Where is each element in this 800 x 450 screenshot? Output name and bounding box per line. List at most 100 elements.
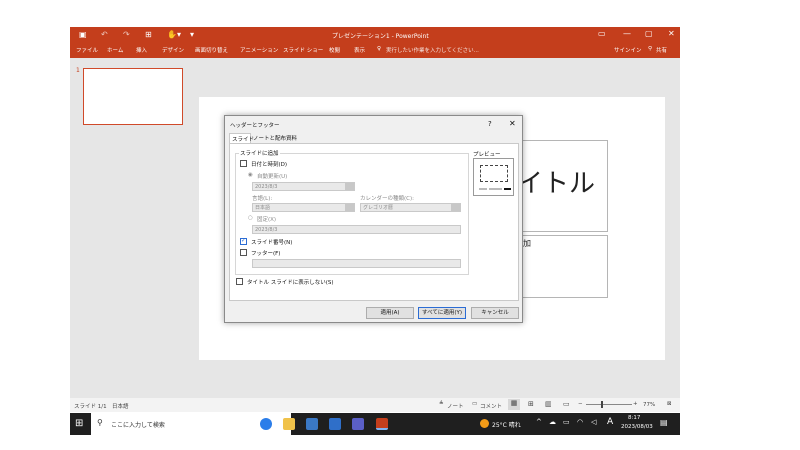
preview-number-area: [504, 188, 511, 190]
hide-title-label: タイトル スライドに表示しない(S): [247, 280, 334, 286]
slide-sorter-icon[interactable]: ⊞: [528, 400, 534, 408]
reading-view-icon[interactable]: ▥: [545, 400, 552, 408]
file-explorer-icon[interactable]: [283, 418, 295, 430]
present-icon[interactable]: ⊞: [145, 30, 152, 39]
search-placeholder: ここに入力して検索: [111, 422, 165, 429]
tab-transitions[interactable]: 画面切り替え: [195, 46, 228, 54]
edge-icon[interactable]: [260, 418, 272, 430]
notes-button[interactable]: ノート: [447, 402, 464, 410]
auto-update-label: 自動更新(U): [257, 174, 288, 180]
close-window-button[interactable]: ✕: [668, 29, 675, 38]
volume-icon[interactable]: ◁: [591, 418, 596, 426]
hide-title-checkbox[interactable]: [236, 278, 243, 285]
slideshow-icon[interactable]: ▭: [563, 400, 570, 408]
zoom-slider-thumb[interactable]: [601, 401, 603, 408]
onedrive-icon[interactable]: ☁: [549, 418, 556, 426]
redo-icon[interactable]: ↷: [123, 30, 130, 39]
wifi-icon[interactable]: ◠: [577, 418, 583, 426]
comments-button[interactable]: コメント: [480, 402, 502, 410]
zoom-in-icon[interactable]: +: [633, 401, 638, 407]
auto-update-radio[interactable]: ◉: [248, 172, 253, 178]
fixed-date-input[interactable]: 2023/8/3: [252, 225, 461, 234]
store-icon[interactable]: [306, 418, 318, 430]
apply-all-button[interactable]: すべてに適用(Y): [418, 307, 466, 319]
notes-icon: ≜: [439, 401, 444, 407]
tab-slide[interactable]: スライド: [229, 133, 254, 143]
language-value: 日本語: [255, 205, 271, 211]
customize-qat-icon[interactable]: ▾: [190, 30, 194, 39]
ribbon-display-icon[interactable]: ▭: [598, 29, 606, 38]
clock-date[interactable]: 2023/08/03: [621, 424, 653, 430]
status-bar: スライド 1/1 日本語 ≜ ノート ▭ コメント ▦ ⊞ ▥ ▭ − + 77…: [70, 398, 680, 412]
weather-text[interactable]: 25°C 晴れ: [492, 420, 521, 429]
calendar-value: グレゴリオ暦: [363, 205, 394, 211]
title-placeholder[interactable]: イトル: [512, 140, 608, 232]
task-view-icon[interactable]: ⊟: [236, 418, 243, 427]
slide-number-label: スライド番号(N): [251, 240, 293, 246]
tray-chevron-up-icon[interactable]: ^: [536, 418, 542, 426]
apply-button[interactable]: 適用(A): [366, 307, 414, 319]
tab-view[interactable]: 表示: [354, 46, 365, 54]
tab-review[interactable]: 校閲: [329, 46, 340, 54]
save-icon[interactable]: ▣: [79, 30, 87, 39]
checkmark-icon: ✓: [241, 237, 247, 244]
touch-mode-icon[interactable]: ✋▾: [167, 30, 181, 39]
minimize-button[interactable]: —: [623, 29, 631, 38]
subtitle-placeholder-text: 加: [523, 239, 531, 248]
tab-file[interactable]: ファイル: [76, 46, 98, 54]
person-icon: ⚲: [648, 46, 653, 52]
mail-icon[interactable]: [329, 418, 341, 430]
tab-animations[interactable]: アニメーション: [240, 46, 278, 54]
subtitle-placeholder[interactable]: 加: [512, 235, 608, 298]
preview-title-area: [480, 165, 508, 182]
chevron-down-icon: [451, 204, 460, 211]
title-bar: ▣ ↶ ↷ ⊞ ✋▾ ▾ プレゼンテーション1 - PowerPoint ▭ —…: [70, 27, 680, 42]
ribbon-tabs: ファイル ホーム 挿入 デザイン 画面切り替え アニメーション スライド ショー…: [70, 42, 680, 58]
ime-indicator[interactable]: A: [607, 417, 613, 427]
dialog-close-button[interactable]: ✕: [509, 119, 516, 128]
battery-icon[interactable]: ▭: [563, 418, 570, 426]
fit-to-window-icon[interactable]: ⊠: [667, 401, 672, 407]
footer-label: フッター(F): [251, 251, 281, 257]
calendar-label: カレンダーの種類(C):: [360, 196, 414, 202]
tab-home[interactable]: ホーム: [107, 46, 123, 54]
date-time-checkbox[interactable]: [240, 160, 247, 167]
slide-thumbnail[interactable]: [83, 68, 183, 125]
tell-me-search[interactable]: 実行したい作業を入力してください...: [386, 46, 479, 54]
calendar-select[interactable]: グレゴリオ暦: [360, 203, 461, 212]
signin-link[interactable]: サインイン: [614, 46, 642, 54]
teams-icon[interactable]: [352, 418, 364, 430]
windows-start-icon[interactable]: ⊞: [75, 418, 83, 429]
zoom-slider[interactable]: [586, 401, 632, 408]
footer-checkbox[interactable]: [240, 249, 247, 256]
share-button[interactable]: 共有: [656, 46, 667, 54]
slide-number-checkbox[interactable]: ✓: [240, 237, 247, 245]
fixed-radio[interactable]: ○: [248, 215, 253, 221]
header-footer-dialog: ヘッダーとフッター ? ✕ スライド ノートと配布資料 スライドに追加 日付と時…: [224, 115, 523, 323]
zoom-level[interactable]: 77%: [643, 402, 655, 408]
status-language[interactable]: 日本語: [112, 402, 129, 410]
date-time-label: 日付と時刻(D): [251, 162, 288, 168]
normal-view-icon[interactable]: ▦: [508, 399, 520, 410]
tab-notes-handouts[interactable]: ノートと配布資料: [253, 134, 297, 142]
notification-icon[interactable]: ▤: [660, 418, 668, 427]
powerpoint-icon[interactable]: [376, 418, 388, 430]
preview-box: [473, 158, 514, 196]
help-button[interactable]: ?: [488, 120, 492, 128]
auto-date-select[interactable]: 2023/8/3: [252, 182, 355, 191]
weather-sun-icon: [480, 419, 489, 428]
language-select[interactable]: 日本語: [252, 203, 355, 212]
title-placeholder-text: イトル: [517, 169, 596, 199]
clock-time[interactable]: 8:17: [628, 415, 640, 421]
windows-taskbar: ⊞ ⚲ ここに入力して検索 ⊟ 25°C 晴れ ^ ☁ ▭ ◠ ◁ A 8:17…: [70, 413, 680, 435]
undo-icon[interactable]: ↶: [101, 30, 108, 39]
footer-input[interactable]: [252, 259, 461, 268]
chevron-down-icon: [345, 204, 354, 211]
zoom-out-icon[interactable]: −: [578, 401, 583, 407]
tab-design[interactable]: デザイン: [162, 46, 184, 54]
cancel-button[interactable]: キャンセル: [471, 307, 519, 319]
auto-date-value: 2023/8/3: [255, 184, 278, 190]
tab-slideshow[interactable]: スライド ショー: [283, 46, 323, 54]
maximize-button[interactable]: ▢: [645, 29, 653, 38]
tab-insert[interactable]: 挿入: [136, 46, 147, 54]
